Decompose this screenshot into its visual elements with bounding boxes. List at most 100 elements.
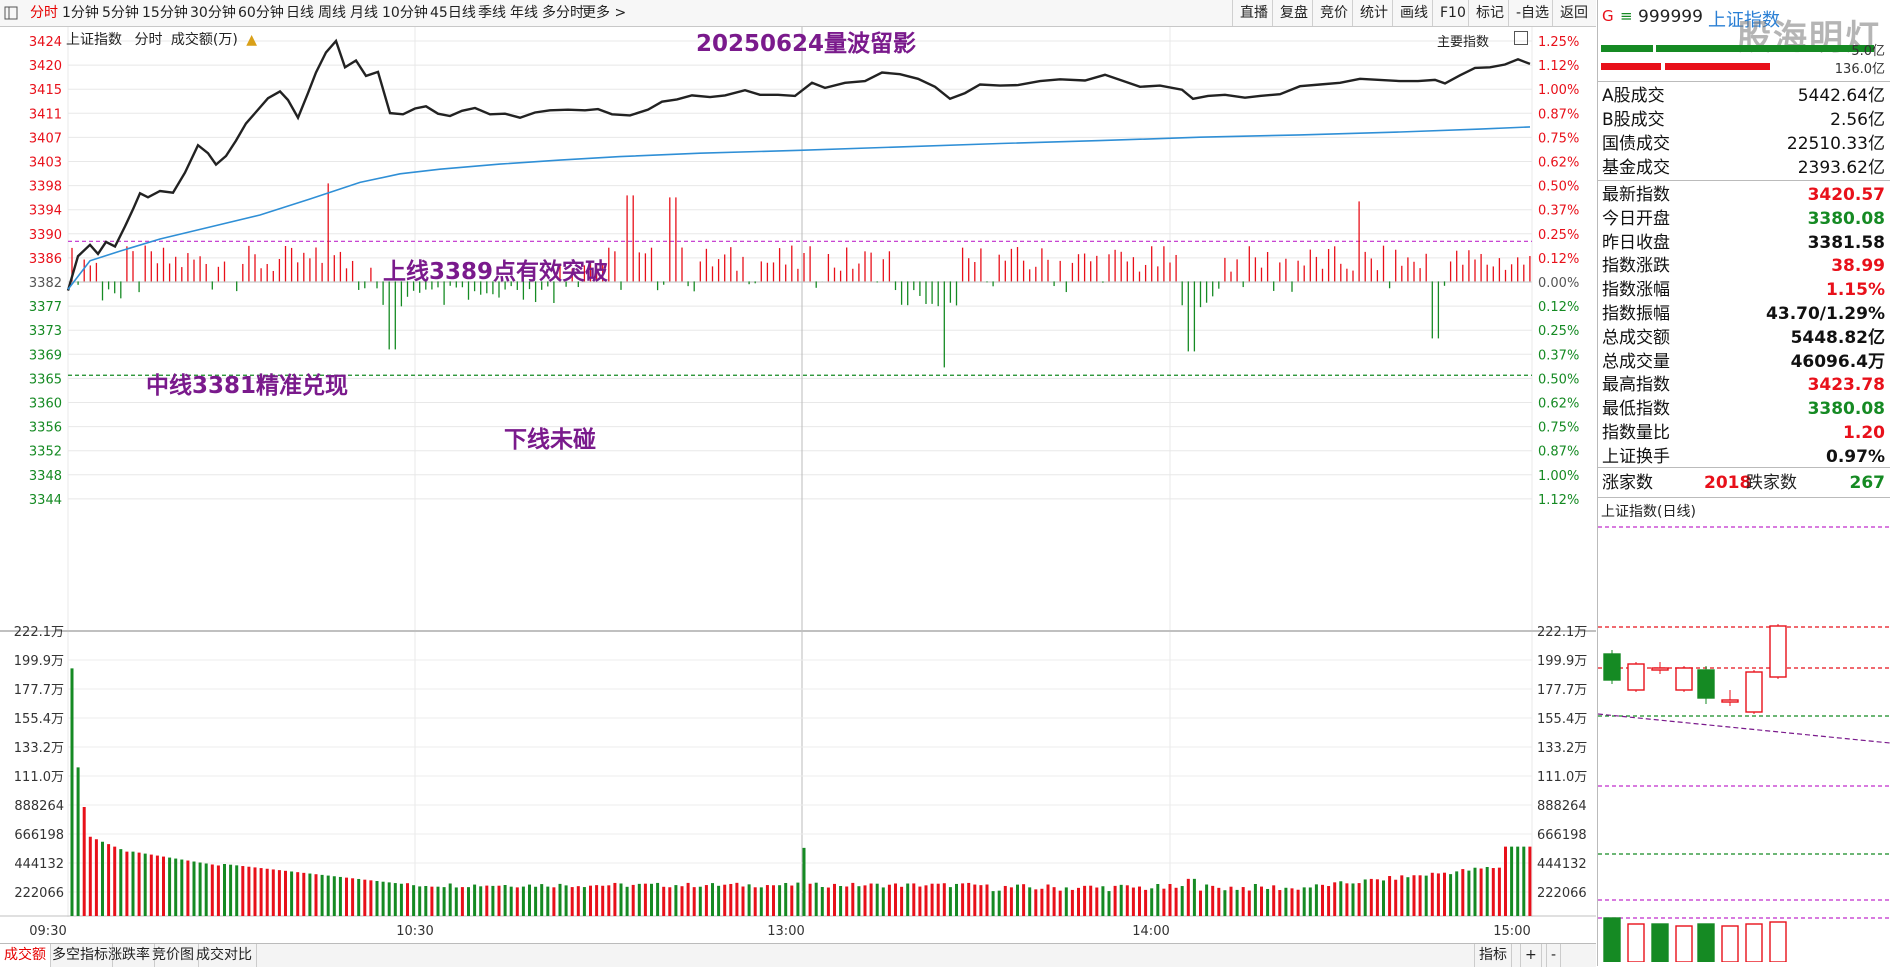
- toolbar-button-3[interactable]: 统计: [1352, 0, 1395, 26]
- toolbar-button-6[interactable]: 标记: [1468, 0, 1511, 26]
- intraday-chart[interactable]: 3424 1.25% 3420 1.12% 3415 1.00% 3411 0.87% 3407…: [0, 27, 1596, 943]
- index-stat-row: 今日开盘 3380.08: [1602, 207, 1887, 231]
- volume-mode-label[interactable]: 成交额(万): [171, 32, 238, 48]
- index-stat-row: 上证换手 0.97%: [1602, 445, 1887, 469]
- volume-tick-right: 888264: [1537, 799, 1587, 814]
- bottom-right-button-1[interactable]: +: [1520, 944, 1542, 967]
- period-tab-13[interactable]: 多分时: [542, 0, 584, 26]
- bottom-right-button-0[interactable]: 指标: [1474, 944, 1512, 967]
- volume-tick: 222.1万: [14, 625, 64, 640]
- price-tick: 3386: [29, 252, 62, 267]
- pct-tick: 1.12%: [1538, 493, 1579, 508]
- list-icon[interactable]: ≡: [1620, 7, 1633, 25]
- mini-candle: [1697, 669, 1715, 699]
- period-tab-12[interactable]: 年线: [510, 0, 538, 26]
- period-tab-0[interactable]: 分时: [30, 0, 58, 26]
- indicator-tab-0[interactable]: 成交额: [0, 944, 51, 967]
- bottom-right-button-2[interactable]: -: [1546, 944, 1562, 967]
- stat-label: 总成交额: [1602, 327, 1670, 348]
- mini-candle: [1627, 663, 1645, 691]
- period-tab-9[interactable]: 10分钟: [382, 0, 428, 26]
- stat-value: 5448.82亿: [1790, 327, 1885, 348]
- stat-value: 1.20: [1843, 423, 1885, 443]
- stat-value: 3423.78: [1807, 375, 1885, 396]
- period-tab-2[interactable]: 5分钟: [102, 0, 139, 26]
- stat-label: 国债成交: [1602, 134, 1670, 154]
- period-tab-11[interactable]: 季线: [478, 0, 506, 26]
- pct-tick: 1.25%: [1538, 35, 1579, 50]
- price-tick: 3344: [29, 493, 62, 508]
- pct-tick: 0.87%: [1538, 445, 1579, 460]
- pct-tick: 0.00%: [1538, 276, 1579, 291]
- mini-candle: [1745, 671, 1763, 713]
- price-tick: 3420: [29, 59, 62, 74]
- mini-candle: [1603, 653, 1621, 681]
- stat-label: 上证换手: [1602, 446, 1670, 467]
- time-tick: 15:00: [1493, 924, 1530, 939]
- period-tab-14[interactable]: 更多 >: [582, 0, 626, 26]
- price-tick: 3403: [29, 156, 62, 171]
- indicator-tabs: 成交额 多空指标 涨跌率 竞价图 成交对比 指标 + -: [0, 943, 1596, 967]
- mini-candle: [1675, 667, 1693, 691]
- stat-value: 2393.62亿: [1797, 158, 1885, 178]
- stat-label: 总成交量: [1602, 351, 1670, 372]
- annotation-middle: 中线3381精准兑现: [146, 373, 349, 399]
- period-tab-1[interactable]: 1分钟: [62, 0, 99, 26]
- volume-tick: 133.2万: [14, 741, 64, 756]
- volume-tick: 177.7万: [14, 683, 64, 698]
- toolbar-button-4[interactable]: 画线: [1392, 0, 1435, 26]
- main-index-button[interactable]: 主要指数: [1437, 31, 1489, 50]
- app-window: 分时 1分钟 5分钟 15分钟 30分钟 60分钟 日线 周线 月线 10分钟 45日线 季线 年线 多分…: [0, 0, 1890, 967]
- bell-icon[interactable]: ▲: [246, 32, 257, 48]
- toolbar-button-5[interactable]: F10: [1432, 0, 1473, 26]
- volume-tick-right: 222066: [1537, 886, 1587, 901]
- index-stat-row: 指数振幅 43.70/1.29%: [1602, 302, 1887, 326]
- toolbar-button-0[interactable]: 直播: [1232, 0, 1275, 26]
- daily-mini-chart[interactable]: [1598, 522, 1890, 962]
- period-tab-8[interactable]: 月线: [350, 0, 378, 26]
- toolbar-button-1[interactable]: 复盘: [1272, 0, 1315, 26]
- mode-label: 分时: [134, 32, 163, 48]
- bar-value-1: 5.0亿: [1851, 44, 1885, 59]
- index-stat-row: 指数涨幅 1.15%: [1602, 278, 1887, 302]
- quote-header: G ≡ 999999 上证指数 股海明灯: [1598, 0, 1890, 58]
- mini-trend-line: [1598, 713, 1890, 744]
- toolbar-button-7[interactable]: -自选: [1508, 0, 1556, 26]
- toolbar-button-2[interactable]: 竞价: [1312, 0, 1355, 26]
- down-label: 跌家数: [1746, 473, 1797, 493]
- volume-tick-right: 155.4万: [1537, 712, 1587, 727]
- period-tab-10[interactable]: 45日线: [430, 0, 476, 26]
- stat-label: B股成交: [1602, 110, 1665, 130]
- price-tick: 3398: [29, 180, 62, 195]
- menu-icon[interactable]: [4, 0, 22, 26]
- price-tick: 3369: [29, 348, 62, 363]
- period-tab-4[interactable]: 30分钟: [190, 0, 236, 26]
- pct-tick: 0.25%: [1538, 324, 1579, 339]
- time-tick: 13:00: [767, 924, 804, 939]
- volume-tick: 222066: [14, 886, 64, 901]
- stat-value: 3381.58: [1807, 232, 1885, 253]
- panel-toggle-icon[interactable]: [1514, 31, 1528, 45]
- turnover-row: A股成交 5442.64亿: [1602, 84, 1887, 108]
- volume-tick: 888264: [14, 799, 64, 814]
- volume-tick-right: 199.9万: [1537, 654, 1587, 669]
- annotation-upper: 上线3389点有效突破: [383, 259, 609, 285]
- stat-value: 3420.57: [1807, 185, 1885, 205]
- index-stat-row: 昨日收盘 3381.58: [1602, 231, 1887, 255]
- stat-label: 指数量比: [1602, 423, 1670, 443]
- price-tick: 3352: [29, 445, 62, 460]
- pct-tick: 1.12%: [1538, 59, 1579, 74]
- price-tick: 3394: [29, 204, 62, 219]
- period-tab-3[interactable]: 15分钟: [142, 0, 188, 26]
- period-tab-7[interactable]: 周线: [318, 0, 346, 26]
- volume-tick: 111.0万: [14, 770, 64, 785]
- toolbar-button-8[interactable]: 返回: [1552, 0, 1595, 26]
- indicator-tab-4[interactable]: 成交对比: [192, 944, 257, 967]
- index-stat-row: 最高指数 3423.78: [1602, 373, 1887, 397]
- index-stat-row: 指数涨跌 38.99: [1602, 254, 1887, 278]
- period-tab-5[interactable]: 60分钟: [238, 0, 284, 26]
- mini-volume-bar: [1675, 925, 1693, 962]
- pct-tick: 0.62%: [1538, 397, 1579, 412]
- period-tab-6[interactable]: 日线: [286, 0, 314, 26]
- pct-tick: 0.87%: [1538, 107, 1579, 122]
